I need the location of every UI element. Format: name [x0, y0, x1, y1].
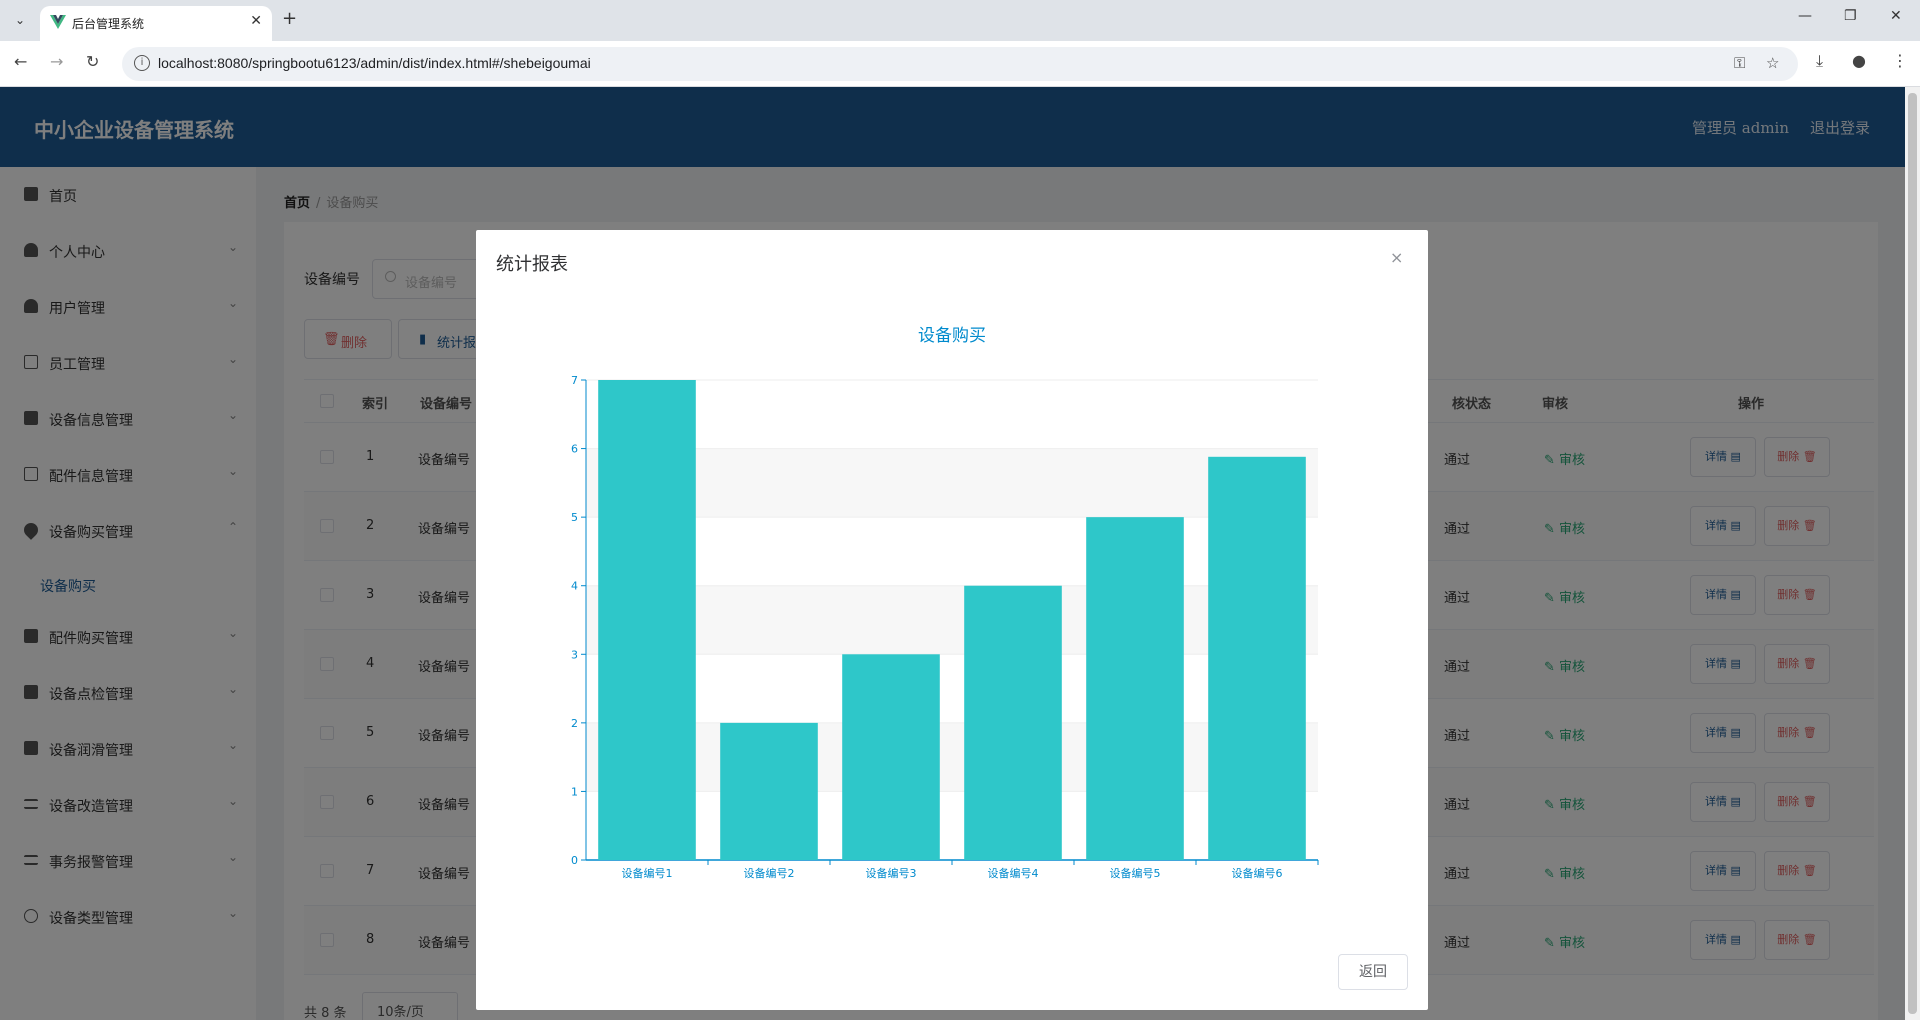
more-menu-icon[interactable]: ⋮ [1892, 51, 1908, 70]
site-info-icon[interactable]: i [134, 55, 150, 71]
reload-icon[interactable]: ↻ [86, 52, 99, 71]
x-tick-label: 设备编号2 [744, 866, 795, 880]
forward-icon[interactable]: → [50, 52, 63, 71]
profile-icon[interactable]: ● [1852, 51, 1866, 70]
chart-container: 设备购买 0 1 2 3 4 5 6 7 设备编号1 设备编号2 设备编号3 设备编号4 设备编号5 设备编… [476, 300, 1428, 880]
x-tick-label: 设备编号6 [1232, 866, 1283, 880]
x-tick-label: 设备编号3 [866, 866, 917, 880]
scrollbar-thumb[interactable] [1908, 93, 1917, 1014]
stats-dialog: 统计报表 × 设备购买 0 1 2 3 4 5 6 7 设备编号1 设备编号2 设备编号3 设备编号4 设… [476, 230, 1428, 1010]
vue-favicon-icon [50, 15, 66, 29]
tab-close-icon[interactable]: ✕ [250, 13, 262, 29]
tab-title: 后台管理系统 [72, 17, 145, 31]
chart-title: 设备购买 [918, 326, 986, 346]
download-icon[interactable]: ⤓ [1816, 51, 1823, 71]
x-tick-label: 设备编号5 [1110, 866, 1161, 880]
y-tick-label: 7 [571, 374, 578, 387]
url-text: localhost:8080/springbootu6123/admin/dis… [158, 55, 591, 71]
bar [720, 722, 818, 860]
key-icon[interactable]: ⚿ [1734, 54, 1745, 72]
tab-search-dropdown[interactable]: ⌄ [8, 8, 32, 32]
address-bar[interactable]: i localhost:8080/springbootu6123/admin/d… [122, 47, 1798, 81]
back-icon[interactable]: ← [14, 52, 27, 71]
minimize-icon[interactable]: — [1798, 8, 1812, 24]
y-tick-label: 5 [571, 511, 578, 524]
page-scrollbar[interactable] [1905, 87, 1920, 1020]
y-tick-label: 2 [571, 717, 578, 730]
close-icon[interactable]: × [1390, 248, 1403, 267]
y-tick-label: 4 [571, 580, 578, 593]
bar [1086, 517, 1184, 860]
window-close-icon[interactable]: ✕ [1890, 8, 1902, 24]
y-tick-label: 6 [571, 443, 578, 456]
new-tab-icon[interactable]: + [282, 8, 297, 29]
y-tick-label: 0 [571, 854, 578, 867]
bar [598, 380, 696, 860]
y-tick-label: 3 [571, 648, 578, 661]
restore-icon[interactable]: ❐ [1844, 8, 1857, 24]
bar [1208, 456, 1306, 860]
browser-tab[interactable]: 后台管理系统 ✕ [40, 6, 272, 41]
dialog-title: 统计报表 [496, 254, 568, 275]
browser-toolbar: ← → ↻ i localhost:8080/springbootu6123/a… [0, 41, 1920, 87]
back-button[interactable]: 返回 [1338, 954, 1408, 990]
bar [964, 585, 1062, 860]
bar [842, 654, 940, 860]
bar-chart: 设备购买 0 1 2 3 4 5 6 7 设备编号1 设备编号2 设备编号3 设备编号4 设备编号5 设备编… [571, 326, 1319, 880]
x-tick-label: 设备编号1 [622, 866, 673, 880]
y-tick-label: 1 [571, 785, 578, 798]
browser-tab-strip: ⌄ 后台管理系统 ✕ + — ❐ ✕ [0, 0, 1920, 41]
x-tick-label: 设备编号4 [988, 866, 1039, 880]
bookmark-star-icon[interactable]: ☆ [1766, 54, 1779, 72]
